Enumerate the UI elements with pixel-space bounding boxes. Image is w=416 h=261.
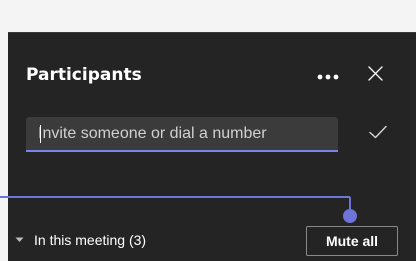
callout-dot (343, 209, 357, 223)
close-icon (367, 65, 383, 85)
chevron-down-icon (14, 235, 24, 245)
callout-connector-horizontal (0, 196, 350, 198)
more-options-button[interactable] (313, 62, 343, 88)
checkmark-icon (368, 124, 388, 144)
text-cursor (40, 125, 41, 143)
invite-input[interactable] (38, 122, 330, 146)
more-options-icon (316, 66, 340, 85)
in-meeting-section-toggle[interactable]: In this meeting (3) (14, 229, 146, 251)
participants-title: Participants (26, 65, 142, 85)
invite-field[interactable] (26, 117, 338, 152)
confirm-invite-button[interactable] (364, 118, 392, 150)
mute-all-button[interactable]: Mute all (306, 226, 398, 256)
in-meeting-label: In this meeting (3) (34, 232, 147, 248)
screenshot-stage: Participants Invite someone or dial a nu… (0, 0, 416, 261)
close-panel-button[interactable] (362, 62, 388, 88)
